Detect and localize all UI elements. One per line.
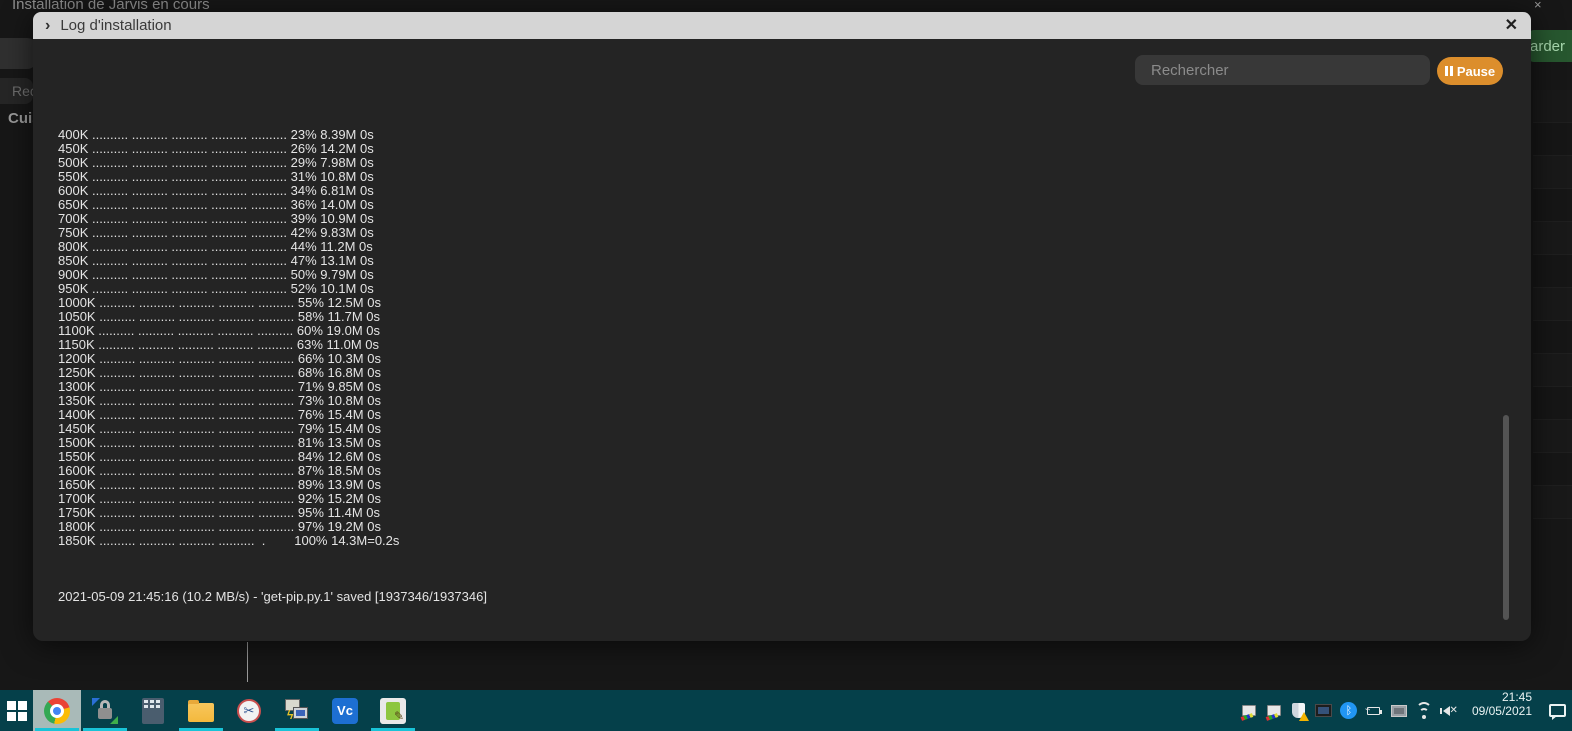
background-divider-line: [247, 642, 248, 682]
calculator-icon: [142, 697, 164, 724]
chevron-right-icon: ›: [45, 16, 51, 34]
save-button-partial[interactable]: arder: [1528, 30, 1572, 62]
taskbar-item-chrome[interactable]: [33, 690, 81, 731]
background-list-rows: [1533, 90, 1572, 520]
background-search-partial[interactable]: Rech: [0, 78, 33, 104]
windows-logo-icon: [6, 700, 27, 721]
volume-muted-icon[interactable]: ✕: [1439, 702, 1458, 720]
defender-warning-icon[interactable]: [1290, 702, 1309, 721]
chrome-icon: [44, 697, 70, 724]
remote-computer-icon: ϟ: [284, 698, 310, 724]
power-plug-icon[interactable]: ⌁: [1365, 702, 1383, 720]
scrollbar-thumb[interactable]: [1503, 415, 1509, 620]
vnc-server-tray-icon[interactable]: [1240, 702, 1258, 721]
clock-date: 09/05/2021: [1471, 704, 1532, 718]
snipping-tool-icon: ✂: [237, 698, 261, 723]
pause-button[interactable]: Pause: [1437, 57, 1503, 85]
log-download-lines: 400K .......... .......... .......... ..…: [58, 127, 400, 548]
remote-display-icon[interactable]: [1390, 702, 1408, 720]
taskbar-item-file-explorer[interactable]: [177, 690, 225, 731]
action-center-icon[interactable]: [1542, 690, 1572, 731]
bluetooth-icon[interactable]: ᛒ: [1340, 702, 1358, 720]
taskbar-item-vnc-viewer[interactable]: Vc: [321, 690, 369, 731]
taskbar-item-calculator[interactable]: [129, 690, 177, 731]
vnc-viewer-icon: Vc: [332, 697, 358, 724]
taskbar-clock[interactable]: 21:45 09/05/2021: [1464, 690, 1542, 731]
log-saved-line: 2021-05-09 21:45:16 (10.2 MB/s) - 'get-p…: [58, 589, 487, 604]
taskbar-item-snipping-tool[interactable]: ✂: [225, 690, 273, 731]
close-icon[interactable]: ✕: [1505, 15, 1518, 35]
taskbar-item-secure-transfer[interactable]: [81, 690, 129, 731]
pause-icon: [1444, 66, 1453, 76]
notepad-plus-plus-icon: ✎: [380, 697, 406, 724]
taskbar-item-notepad-plus-plus[interactable]: ✎: [369, 690, 417, 731]
system-tray: ᛒ ⌁ ✕: [1240, 690, 1464, 731]
lock-transfer-icon: [92, 697, 118, 724]
start-button[interactable]: [0, 690, 33, 731]
search-input[interactable]: [1135, 55, 1430, 85]
taskbar-item-remote-computer[interactable]: ϟ: [273, 690, 321, 731]
log-viewport: 400K .......... .......... .......... ..…: [58, 104, 1478, 614]
vnc-server-tray-icon[interactable]: [1265, 702, 1283, 721]
wifi-icon[interactable]: [1415, 701, 1433, 720]
folder-icon: [188, 699, 214, 722]
taskbar: ✂ ϟ Vc ✎ ᛒ ⌁ ✕ 21:45 09/05/2021: [0, 690, 1572, 731]
clock-time: 21:45: [1501, 690, 1532, 704]
dialog-title: Log d'installation: [60, 17, 172, 34]
pause-label: Pause: [1456, 63, 1496, 79]
background-close-icon[interactable]: ×: [1534, 0, 1542, 12]
install-log-dialog: › Log d'installation ✕ Pause 400K ......…: [33, 12, 1531, 641]
display-tray-icon[interactable]: [1315, 702, 1333, 720]
dialog-header: › Log d'installation ✕: [33, 12, 1531, 39]
background-tab-partial[interactable]: [0, 38, 37, 69]
